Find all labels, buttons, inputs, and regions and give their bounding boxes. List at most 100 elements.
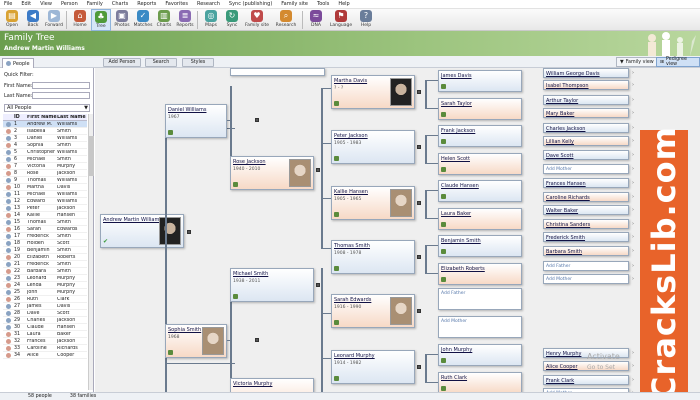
ancestor-name[interactable]: Add Father [546,264,570,269]
table-row[interactable]: 29 Charles Jackson [3,317,87,324]
person-card[interactable]: Frank Jackson [438,125,522,147]
ancestor-card[interactable]: Dave Scott [543,150,629,160]
photos-button[interactable]: ▣ Photos [112,9,132,31]
last-name-input[interactable] [32,92,90,99]
matches-button[interactable]: ✓ Matches [133,9,153,31]
ancestor-name[interactable]: Walter Baker [546,208,578,214]
table-row[interactable]: 17 Frederick Smith [3,233,87,240]
menu-item[interactable]: Charts [112,1,128,7]
ancestor-card[interactable]: Christina Sanders [543,219,629,229]
expand-button[interactable] [187,230,191,234]
person-name[interactable]: Sarah Edwards [334,297,371,303]
person-name[interactable]: John Murphy [441,347,472,353]
expand-button[interactable] [417,365,421,369]
expand-button[interactable] [417,255,421,259]
ancestor-name[interactable]: Add Mother [546,277,572,282]
person-name[interactable]: Victoria Murphy [233,381,272,387]
person-name[interactable]: Claude Hansen [441,183,479,189]
person-card[interactable]: Michael Smith 1938 - 2011 [230,268,314,302]
chevron-right-icon[interactable]: › [632,70,634,76]
table-row[interactable]: 12 Edward Williams [3,198,87,205]
chevron-right-icon[interactable]: › [632,125,634,131]
forward-button[interactable]: ▶ Forward [44,9,64,31]
ancestor-name[interactable]: Henry Murphy [546,351,581,357]
table-row[interactable]: 24 Lenda Murphy [3,282,87,289]
person-card[interactable]: Rose Jackson 1940 - 2010 [230,156,314,190]
chevron-right-icon[interactable]: › [632,221,634,227]
ancestor-card[interactable]: Alice Cooper [543,361,629,371]
person-card[interactable]: Ruth Clark [438,372,522,392]
person-card[interactable]: Sarah Edwards 1916 - 1990 [331,294,415,328]
person-card[interactable]: Peter Jackson 1905 - 1983 [331,130,415,164]
ancestor-name[interactable]: Lillian Kelly [546,139,574,145]
first-name-input[interactable] [32,82,90,89]
ancestor-card[interactable]: Lillian Kelly [543,136,629,146]
family-view-button[interactable]: ▼ Family view [616,57,658,67]
expand-button[interactable] [417,90,421,94]
person-card[interactable]: Martha Davis ? - ? [331,75,415,109]
person-card[interactable]: Benjamin Smith [438,235,522,257]
menu-item[interactable]: Sync (publishing) [229,1,272,7]
ancestor-name[interactable]: Frances Hansen [546,181,586,187]
ancestor-name[interactable]: Alice Cooper [546,364,578,370]
table-row[interactable]: 27 James Davis [3,303,87,310]
grid-header-id[interactable]: ID [13,115,27,120]
chevron-right-icon[interactable]: › [632,276,634,282]
people-scrollbar[interactable] [88,114,94,390]
table-row[interactable]: 7 Victoria Murphy [3,163,87,170]
grid-header-last[interactable]: Last Name [57,115,87,120]
table-row[interactable]: 32 Frances Jackson [3,338,87,345]
ancestor-card[interactable]: Caroline Richards [543,192,629,202]
table-row[interactable]: 14 Kallie Hansen [3,212,87,219]
person-name[interactable]: Leonard Murphy [334,353,375,359]
menu-item[interactable]: Favorites [165,1,188,7]
table-row[interactable]: 9 Thomas Williams [3,177,87,184]
scrollbar-thumb[interactable] [89,136,94,176]
table-row[interactable]: 2 Isabella Smith [3,128,87,135]
expand-button[interactable] [417,309,421,313]
ancestor-name[interactable]: Frederick Smith [546,235,585,241]
person-name[interactable]: James Davis [441,73,472,79]
ancestor-name[interactable]: Mary Baker [546,111,574,117]
chevron-right-icon[interactable]: › [632,82,634,88]
people-filter-select[interactable]: All People ▼ [4,104,90,112]
ancestor-card[interactable]: Barbara Smith [543,246,629,256]
table-row[interactable]: 34 Alice Cooper [3,352,87,359]
person-card[interactable]: Victoria Murphy [230,378,314,392]
ancestor-name[interactable]: William George Davis [546,71,600,77]
ancestor-card[interactable]: Add Mother [543,274,629,284]
table-row[interactable]: 6 Michael Smith [3,156,87,163]
person-name[interactable]: Kallie Hansen [334,189,368,195]
person-name[interactable]: Benjamin Smith [441,238,481,244]
person-name[interactable]: Elizabeth Roberts [441,266,485,272]
person-card[interactable]: Leonard Murphy 1914 - 1982 [331,350,415,384]
table-row[interactable]: 26 Ruth Clark [3,296,87,303]
table-row[interactable]: 33 Caroline Richards [3,345,87,352]
add-father-label[interactable]: Add Father [441,291,465,296]
person-name[interactable]: Ruth Clark [441,375,467,381]
add-father-card[interactable]: Add Father [438,288,522,310]
chevron-right-icon[interactable]: › [632,248,634,254]
ancestor-card[interactable]: William George Davis [543,68,629,78]
chevron-right-icon[interactable]: › [632,180,634,186]
expand-button[interactable] [316,168,320,172]
person-card[interactable]: Claude Hansen [438,180,522,202]
tab-people[interactable]: People [2,58,34,68]
table-row[interactable]: 10 Martha Davis [3,184,87,191]
add-person-button[interactable]: Add Person [103,58,141,67]
table-row[interactable]: 8 Rose Jackson [3,170,87,177]
table-row[interactable]: 15 Thomas Smith [3,219,87,226]
dna-button[interactable]: ≈ DNA [306,9,326,31]
person-card[interactable]: Kallie Hansen 1905 - 1965 [331,186,415,220]
grid-header-first[interactable]: First Name [27,115,57,120]
research-button[interactable]: ⌕ Research [272,9,300,31]
person-card[interactable]: Sarah Taylor [438,98,522,120]
chevron-right-icon[interactable]: › [632,194,634,200]
person-name[interactable]: Sophia Smith [168,327,201,333]
search-button[interactable]: Search [145,58,177,67]
chevron-right-icon[interactable]: › [632,263,634,269]
person-name[interactable]: Helen Scott [441,156,470,162]
menu-item[interactable]: File [4,1,12,7]
ancestor-name[interactable]: Add Mother [546,167,572,172]
table-row[interactable]: 11 Michael Williams [3,191,87,198]
